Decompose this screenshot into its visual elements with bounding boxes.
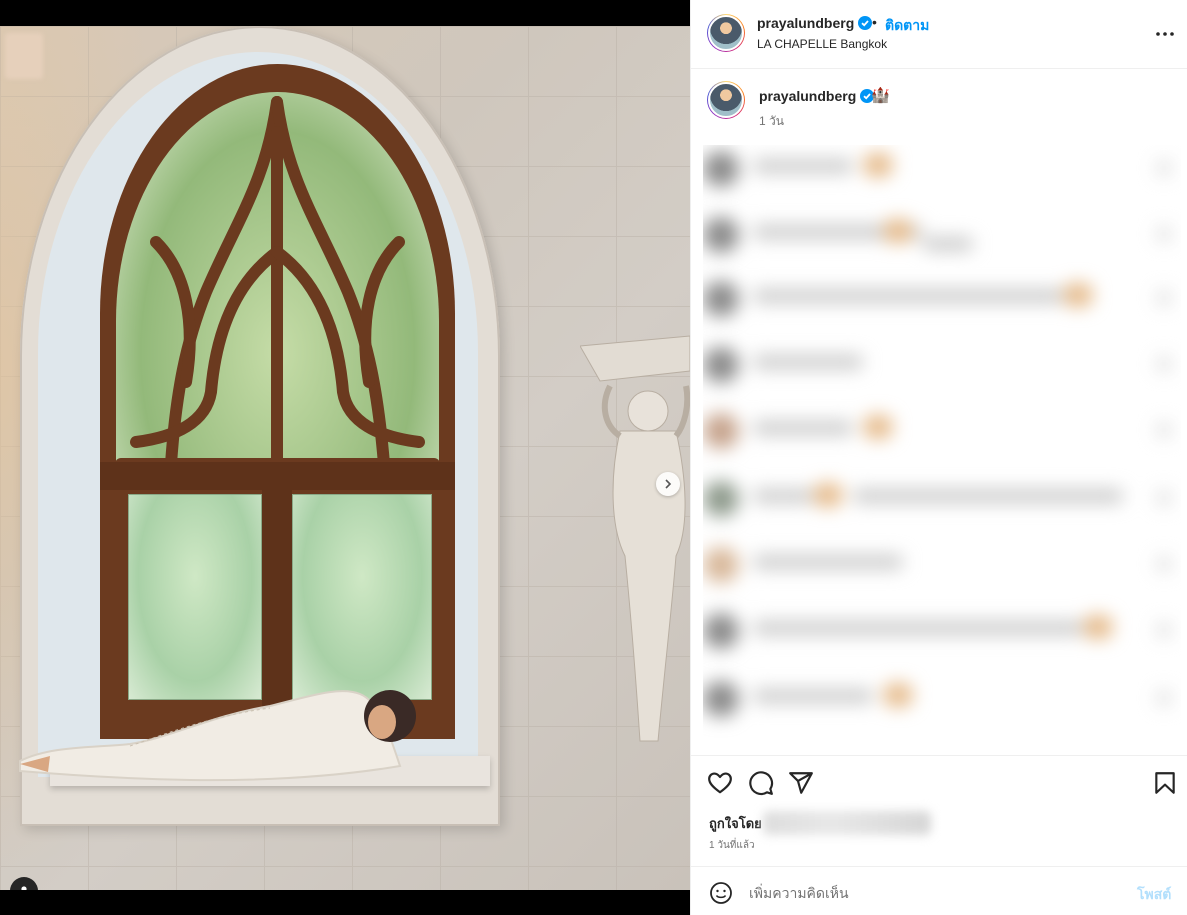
reclining-woman	[19, 690, 416, 782]
window-tracery	[116, 96, 439, 464]
blurred-watermark	[5, 33, 43, 79]
author-username-text: prayalundberg	[757, 15, 855, 31]
caption-avatar[interactable]	[707, 81, 745, 119]
author-username[interactable]: prayalundberg	[757, 15, 873, 31]
caption-age: 1 วัน	[759, 114, 784, 128]
comment-row	[703, 607, 1181, 657]
window-pane-right	[292, 494, 432, 700]
bookmark-icon[interactable]	[1152, 770, 1178, 796]
user-tag-icon	[21, 886, 27, 890]
post-side-panel: prayalundberg • ติดตาม LA CHAPELLE Bangk…	[690, 0, 1187, 915]
comment-composer: โพสต์	[691, 866, 1187, 915]
post-media[interactable]	[0, 26, 690, 890]
avatar-image	[708, 15, 744, 51]
caption-text: 🏰	[871, 87, 890, 104]
follow-button[interactable]: ติดตาม	[885, 15, 929, 37]
comment-row	[703, 145, 1181, 195]
chevron-right-icon	[665, 479, 672, 489]
avatar-image	[708, 82, 744, 118]
liked-by-label: ถูกใจโดย	[709, 816, 762, 831]
comment-row	[703, 407, 1181, 457]
comment-row	[703, 675, 1181, 725]
caption-username-text: prayalundberg	[759, 88, 857, 104]
window-transom	[100, 462, 455, 490]
post-header: prayalundberg • ติดตาม LA CHAPELLE Bangk…	[691, 0, 1187, 69]
caption-username[interactable]: prayalundberg	[759, 88, 875, 104]
more-options-icon[interactable]	[1153, 22, 1177, 46]
verified-badge-icon	[858, 16, 873, 30]
comment-row	[703, 275, 1181, 325]
post-comment-button[interactable]: โพสต์	[1137, 884, 1171, 906]
emoji-icon[interactable]	[709, 881, 733, 905]
comment-input[interactable]	[747, 879, 1121, 907]
heart-icon[interactable]	[707, 770, 733, 796]
comment-row	[703, 341, 1181, 391]
comments-list-blurred	[703, 145, 1181, 745]
instagram-post-modal: prayalundberg • ติดตาม LA CHAPELLE Bangk…	[0, 0, 1187, 915]
comment-row	[703, 211, 1181, 261]
liked-by-users-blurred	[763, 811, 931, 835]
post-actions: ถูกใจโดย 1 วันที่แล้ว	[691, 755, 1187, 866]
post-time-ago: 1 วันที่แล้ว	[709, 840, 755, 851]
comment-row	[703, 475, 1181, 525]
author-avatar[interactable]	[707, 14, 745, 52]
comment-icon[interactable]	[748, 770, 774, 796]
share-icon[interactable]	[788, 770, 814, 796]
comment-row	[703, 541, 1181, 591]
next-slide-button[interactable]	[656, 472, 680, 496]
post-location[interactable]: LA CHAPELLE Bangkok	[757, 37, 887, 51]
caryatid-statue	[580, 335, 690, 742]
window-pane-left	[128, 494, 262, 700]
header-separator: •	[872, 14, 877, 30]
